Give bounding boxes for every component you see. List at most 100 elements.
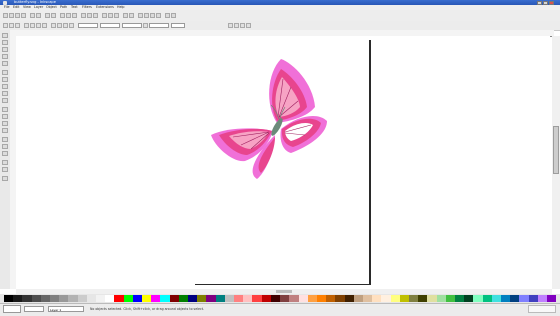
export-button[interactable] bbox=[36, 12, 41, 18]
paste-button[interactable] bbox=[72, 12, 77, 18]
palette-swatch[interactable] bbox=[59, 295, 69, 302]
palette-swatch[interactable] bbox=[197, 295, 207, 302]
zoom-selection-button[interactable] bbox=[81, 12, 86, 18]
raise-to-top-button[interactable] bbox=[51, 22, 56, 28]
spiral-tool-icon[interactable] bbox=[2, 98, 8, 103]
butterfly-artwork[interactable] bbox=[205, 55, 335, 185]
palette-swatch[interactable] bbox=[454, 295, 465, 302]
zoom-tool-icon[interactable] bbox=[2, 54, 8, 59]
palette-swatch[interactable] bbox=[537, 295, 547, 302]
import-button[interactable] bbox=[30, 12, 35, 18]
pen-tool-icon[interactable] bbox=[2, 114, 8, 119]
palette-swatch[interactable] bbox=[408, 295, 419, 302]
palette-swatch[interactable] bbox=[50, 295, 60, 302]
palette-swatch[interactable] bbox=[510, 295, 520, 302]
scale-stroke-button[interactable] bbox=[228, 22, 233, 28]
palette-swatch[interactable] bbox=[132, 295, 143, 302]
lower-button[interactable] bbox=[63, 22, 68, 28]
palette-swatch[interactable] bbox=[160, 295, 170, 302]
flip-horizontal-button[interactable] bbox=[36, 22, 41, 28]
palette-swatch[interactable] bbox=[40, 295, 51, 302]
document-properties-button[interactable] bbox=[171, 12, 176, 18]
palette-swatch[interactable] bbox=[436, 295, 446, 302]
opacity-field[interactable] bbox=[24, 306, 44, 312]
palette-swatch[interactable] bbox=[270, 295, 281, 302]
undo-button[interactable] bbox=[45, 12, 50, 18]
measure-tool-icon[interactable] bbox=[2, 61, 8, 66]
move-gradients-button[interactable] bbox=[240, 22, 245, 28]
fill-stroke-indicator[interactable] bbox=[3, 305, 21, 313]
text-tool-icon[interactable] bbox=[2, 128, 8, 133]
palette-swatch[interactable] bbox=[353, 295, 363, 302]
palette-swatch[interactable] bbox=[491, 295, 501, 302]
clone-button[interactable] bbox=[108, 12, 113, 18]
palette-swatch[interactable] bbox=[142, 295, 152, 302]
3d-box-tool-icon[interactable] bbox=[2, 77, 8, 82]
palette-swatch[interactable] bbox=[86, 295, 97, 302]
dropper-tool-icon[interactable] bbox=[2, 167, 8, 172]
palette-swatch[interactable] bbox=[335, 295, 345, 302]
new-document-button[interactable] bbox=[3, 12, 8, 18]
cut-button[interactable] bbox=[66, 12, 71, 18]
rotate-cw-button[interactable] bbox=[30, 22, 35, 28]
duplicate-button[interactable] bbox=[102, 12, 107, 18]
palette-swatch[interactable] bbox=[114, 295, 124, 302]
horizontal-scrollbar-thumb[interactable] bbox=[276, 290, 292, 293]
pencil-tool-icon[interactable] bbox=[2, 107, 8, 112]
scale-corners-button[interactable] bbox=[234, 22, 239, 28]
copy-button[interactable] bbox=[60, 12, 65, 18]
palette-swatch[interactable] bbox=[372, 295, 382, 302]
lower-to-bottom-button[interactable] bbox=[69, 22, 74, 28]
palette-swatch[interactable] bbox=[13, 295, 23, 302]
tweak-tool-icon[interactable] bbox=[2, 47, 8, 52]
palette-swatch[interactable] bbox=[399, 295, 409, 302]
palette-swatch[interactable] bbox=[546, 295, 557, 302]
eraser-tool-icon[interactable] bbox=[2, 144, 8, 149]
h-field[interactable] bbox=[149, 22, 169, 28]
current-layer-select[interactable]: Layer 1 bbox=[48, 306, 84, 312]
rectangle-tool-icon[interactable] bbox=[2, 70, 8, 75]
palette-swatch[interactable] bbox=[215, 295, 225, 302]
star-tool-icon[interactable] bbox=[2, 91, 8, 96]
group-button[interactable] bbox=[123, 12, 128, 18]
palette-swatch[interactable] bbox=[96, 295, 106, 302]
palette-swatch[interactable] bbox=[22, 295, 32, 302]
palette-swatch[interactable] bbox=[224, 295, 235, 302]
selector-tool-icon[interactable] bbox=[2, 33, 8, 38]
xml-editor-button[interactable] bbox=[150, 12, 155, 18]
palette-swatch[interactable] bbox=[188, 295, 198, 302]
ellipse-tool-icon[interactable] bbox=[2, 84, 8, 89]
spray-tool-icon[interactable] bbox=[2, 137, 8, 142]
palette-swatch[interactable] bbox=[390, 295, 400, 302]
palette-swatch[interactable] bbox=[68, 295, 78, 302]
x-field[interactable] bbox=[78, 22, 98, 28]
palette-swatch[interactable] bbox=[123, 295, 133, 302]
palette-swatch[interactable] bbox=[280, 295, 290, 302]
vertical-scrollbar-thumb[interactable] bbox=[553, 126, 559, 174]
zoom-page-button[interactable] bbox=[93, 12, 98, 18]
raise-button[interactable] bbox=[57, 22, 62, 28]
palette-swatch[interactable] bbox=[445, 295, 455, 302]
palette-swatch[interactable] bbox=[206, 295, 216, 302]
deselect-button[interactable] bbox=[15, 22, 20, 28]
bucket-tool-icon[interactable] bbox=[2, 151, 8, 156]
zoom-drawing-button[interactable] bbox=[87, 12, 92, 18]
minimize-button[interactable] bbox=[537, 0, 542, 5]
palette-swatch[interactable] bbox=[519, 295, 529, 302]
gradient-tool-icon[interactable] bbox=[2, 160, 8, 165]
palette-swatch[interactable] bbox=[169, 295, 179, 302]
save-button[interactable] bbox=[15, 12, 20, 18]
palette-swatch[interactable] bbox=[31, 295, 41, 302]
palette-swatch[interactable] bbox=[326, 295, 336, 302]
preferences-button[interactable] bbox=[165, 12, 170, 18]
palette-swatch[interactable] bbox=[178, 295, 189, 302]
palette-swatch[interactable] bbox=[234, 295, 244, 302]
redo-button[interactable] bbox=[51, 12, 56, 18]
palette-swatch[interactable] bbox=[418, 295, 428, 302]
palette-swatch[interactable] bbox=[307, 295, 317, 302]
open-button[interactable] bbox=[9, 12, 14, 18]
calligraphy-tool-icon[interactable] bbox=[2, 121, 8, 126]
text-font-button[interactable] bbox=[144, 12, 149, 18]
close-button[interactable] bbox=[549, 0, 554, 5]
align-distribute-button[interactable] bbox=[156, 12, 161, 18]
